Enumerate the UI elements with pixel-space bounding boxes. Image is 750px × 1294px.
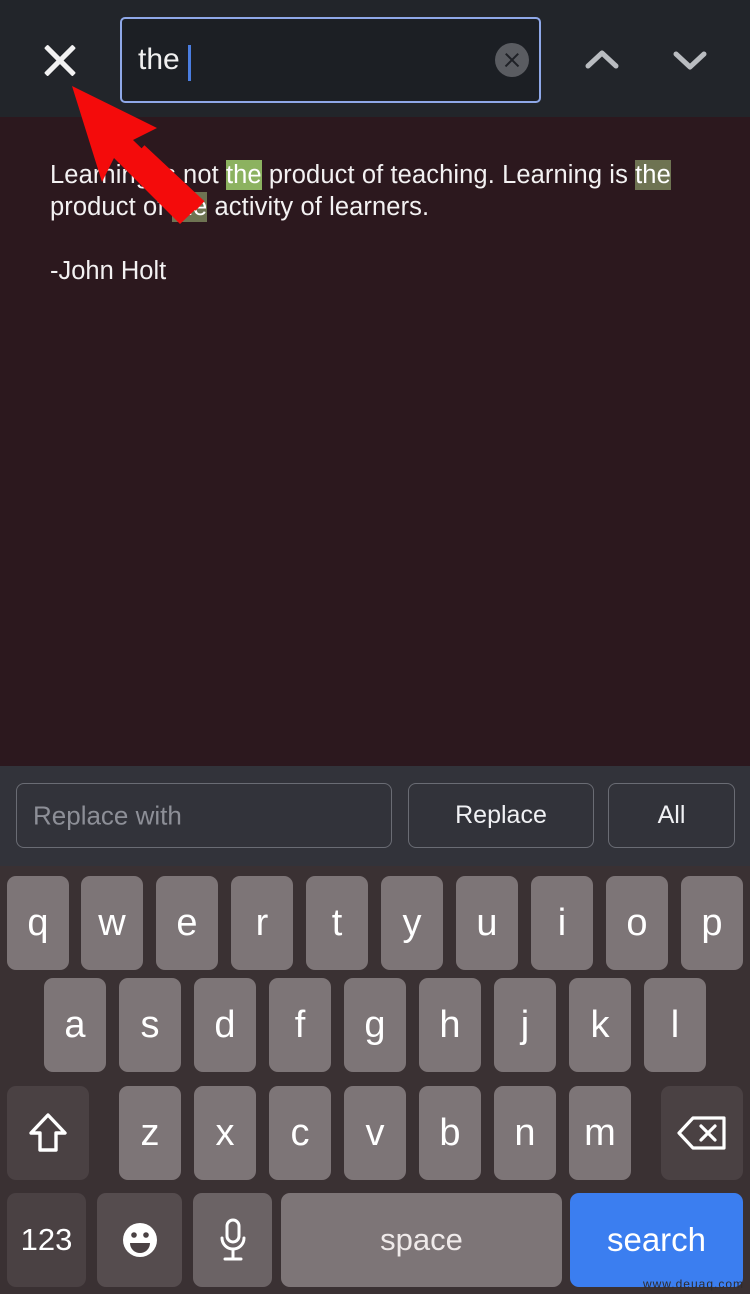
watermark-text: www.deuaq.com: [642, 1277, 744, 1291]
quote-segment: product of teaching. Learning is: [261, 161, 636, 189]
key-y[interactable]: y: [381, 876, 443, 970]
replace-all-button[interactable]: All: [608, 783, 735, 848]
replace-with-input[interactable]: Replace with: [16, 783, 392, 848]
quote-text: Learning is not the product of teaching.…: [50, 159, 690, 223]
key-n[interactable]: n: [494, 1086, 556, 1180]
key-b[interactable]: b: [419, 1086, 481, 1180]
numbers-key[interactable]: 123: [7, 1193, 86, 1287]
key-i[interactable]: i: [531, 876, 593, 970]
replace-with-placeholder: Replace with: [33, 800, 182, 830]
key-k[interactable]: k: [569, 978, 631, 1072]
space-key[interactable]: space: [281, 1193, 562, 1287]
key-g[interactable]: g: [344, 978, 406, 1072]
text-caret: [188, 45, 191, 81]
next-match-button[interactable]: [663, 40, 717, 80]
clear-search-icon[interactable]: [495, 43, 529, 77]
replace-button[interactable]: Replace: [408, 783, 594, 848]
key-u[interactable]: u: [456, 876, 518, 970]
key-e[interactable]: e: [156, 876, 218, 970]
key-c[interactable]: c: [269, 1086, 331, 1180]
previous-match-button[interactable]: [575, 40, 629, 80]
microphone-key[interactable]: [193, 1193, 272, 1287]
quote-author: -John Holt: [50, 257, 167, 285]
find-search-value: the: [138, 43, 180, 76]
quote-segment: activity of learners.: [207, 193, 430, 221]
phone-screen: the Learning is not the product of teach…: [0, 0, 750, 1294]
close-find-icon[interactable]: [38, 38, 82, 82]
keyboard-row-4: 123 space search: [0, 1193, 750, 1287]
key-t[interactable]: t: [306, 876, 368, 970]
keyboard-row-2: asdfghjkl: [0, 978, 750, 1072]
replace-toolbar: Replace with Replace All: [0, 766, 750, 866]
key-m[interactable]: m: [569, 1086, 631, 1180]
key-l[interactable]: l: [644, 978, 706, 1072]
key-d[interactable]: d: [194, 978, 256, 1072]
keyboard-row-3: zxcvbnm: [0, 1086, 750, 1180]
key-q[interactable]: q: [7, 876, 69, 970]
key-x[interactable]: x: [194, 1086, 256, 1180]
key-v[interactable]: v: [344, 1086, 406, 1180]
quote-segment: product of: [50, 193, 172, 221]
key-r[interactable]: r: [231, 876, 293, 970]
shift-key[interactable]: [7, 1086, 89, 1180]
search-action-key[interactable]: search: [570, 1193, 743, 1287]
on-screen-keyboard: qwertyuiop asdfghjkl zxcvbnm 123 space s…: [0, 866, 750, 1294]
key-h[interactable]: h: [419, 978, 481, 1072]
quote-segment: Learning is not: [50, 161, 226, 189]
keyboard-row-1: qwertyuiop: [0, 876, 750, 970]
key-w[interactable]: w: [81, 876, 143, 970]
emoji-key[interactable]: [97, 1193, 182, 1287]
document-content: Learning is not the product of teaching.…: [0, 117, 750, 766]
key-j[interactable]: j: [494, 978, 556, 1072]
key-o[interactable]: o: [606, 876, 668, 970]
find-toolbar: the: [0, 0, 750, 117]
key-f[interactable]: f: [269, 978, 331, 1072]
key-z[interactable]: z: [119, 1086, 181, 1180]
find-search-input[interactable]: the: [120, 17, 541, 103]
search-match: the: [171, 192, 208, 222]
key-s[interactable]: s: [119, 978, 181, 1072]
search-match: the: [635, 160, 671, 190]
key-p[interactable]: p: [681, 876, 743, 970]
backspace-key[interactable]: [661, 1086, 743, 1180]
search-match-active: the: [225, 160, 262, 190]
key-a[interactable]: a: [44, 978, 106, 1072]
